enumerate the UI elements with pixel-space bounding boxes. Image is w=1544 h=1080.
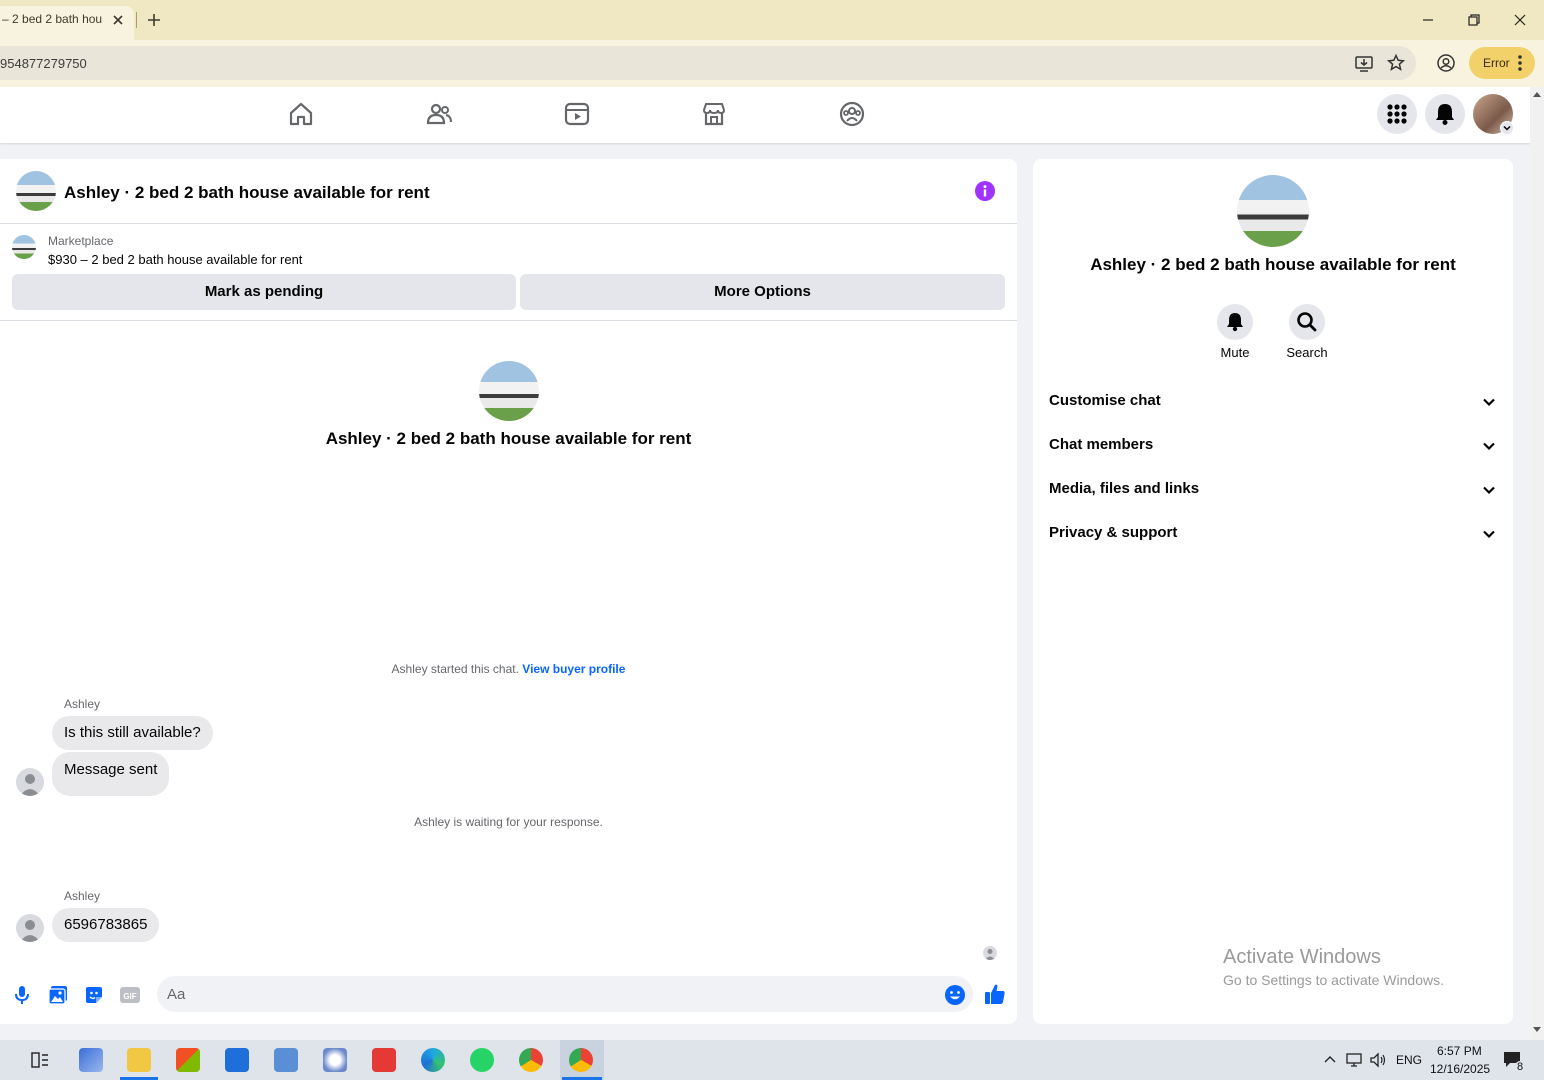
- info-icon[interactable]: [975, 181, 995, 201]
- network-icon[interactable]: [1345, 1052, 1363, 1068]
- waiting-notice: Ashley is waiting for your response.: [414, 815, 603, 829]
- header-divider: [0, 223, 1017, 224]
- bookmark-star-icon[interactable]: [1386, 53, 1406, 73]
- activate-windows-subtitle: Go to Settings to activate Windows.: [1223, 972, 1444, 988]
- address-bar-url[interactable]: 954877279750: [0, 56, 87, 71]
- chevron-down-icon: [1483, 486, 1495, 495]
- facebook-header: [0, 87, 1530, 143]
- address-bar[interactable]: [0, 46, 1416, 80]
- tray-chevron-up-icon[interactable]: [1322, 1052, 1338, 1068]
- svg-text:GIF: GIF: [123, 992, 136, 1001]
- marketplace-label: Marketplace: [48, 234, 114, 248]
- taskbar-app-icon[interactable]: [79, 1048, 103, 1072]
- message-composer[interactable]: [157, 976, 973, 1012]
- mark-as-pending-button[interactable]: Mark as pending: [12, 274, 516, 310]
- language-indicator[interactable]: ENG: [1396, 1053, 1422, 1067]
- details-panel: [1033, 159, 1513, 1024]
- tab-close-icon[interactable]: [110, 12, 126, 28]
- marketplace-icon[interactable]: [700, 100, 728, 128]
- listing-thumbnail[interactable]: [12, 235, 36, 259]
- search-button[interactable]: [1289, 304, 1325, 340]
- mute-button[interactable]: [1217, 304, 1253, 340]
- chat-started-notice: Ashley started this chat. View buyer pro…: [0, 662, 1017, 676]
- install-app-icon[interactable]: [1354, 53, 1374, 73]
- chat-members-label[interactable]: Chat members: [1049, 436, 1153, 453]
- edge-icon[interactable]: [421, 1048, 445, 1072]
- thumbs-up-icon[interactable]: [984, 982, 1006, 1004]
- taskbar-app-icon[interactable]: [323, 1048, 347, 1072]
- profile-icon[interactable]: [1436, 53, 1456, 73]
- menu-button[interactable]: [1377, 94, 1417, 134]
- taskbar-app-icon[interactable]: [372, 1048, 396, 1072]
- browser-tabstrip: [0, 0, 1544, 40]
- close-window-icon[interactable]: [1510, 10, 1530, 30]
- center-title: Ashley · 2 bed 2 bath house available fo…: [325, 429, 692, 448]
- message-sender: Ashley: [64, 889, 101, 903]
- browser-menu-icon[interactable]: [1516, 54, 1524, 72]
- message-bubble[interactable]: Message sent: [52, 752, 170, 796]
- notification-count-badge: 8: [1515, 1061, 1526, 1073]
- emoji-icon[interactable]: [944, 984, 966, 1006]
- minimize-icon[interactable]: [1418, 10, 1438, 30]
- media-files-links-label[interactable]: Media, files and links: [1049, 480, 1199, 497]
- home-icon[interactable]: [287, 100, 315, 128]
- whatsapp-icon[interactable]: [470, 1048, 494, 1072]
- listing-title[interactable]: $930 – 2 bed 2 bath house available for …: [48, 252, 302, 267]
- task-view-icon[interactable]: [30, 1050, 50, 1070]
- sender-avatar[interactable]: [16, 914, 44, 942]
- sender-avatar[interactable]: [16, 768, 44, 796]
- privacy-support-row[interactable]: Privacy & support: [1049, 518, 1501, 550]
- photo-icon[interactable]: [47, 984, 69, 1006]
- media-files-links-row[interactable]: Media, files and links: [1049, 474, 1501, 506]
- more-options-button[interactable]: More Options: [520, 274, 1005, 310]
- notifications-button[interactable]: [1425, 94, 1465, 134]
- chevron-down-icon: [1483, 530, 1495, 539]
- restore-icon[interactable]: [1464, 10, 1484, 30]
- chat-members-row[interactable]: Chat members: [1049, 430, 1501, 462]
- error-label[interactable]: Error: [1483, 56, 1510, 70]
- sticker-icon[interactable]: [83, 984, 105, 1006]
- groups-icon[interactable]: [838, 100, 866, 128]
- taskbar-app-icon[interactable]: [274, 1048, 298, 1072]
- details-avatar[interactable]: [1237, 175, 1309, 247]
- browser-tab-title[interactable]: – 2 bed 2 bath hou: [2, 12, 102, 26]
- clock-date[interactable]: 12/16/2025: [1430, 1062, 1490, 1076]
- details-title: Ashley · 2 bed 2 bath house available fo…: [1090, 255, 1456, 274]
- video-icon[interactable]: [563, 100, 591, 128]
- conversation-title[interactable]: Ashley · 2 bed 2 bath house available fo…: [64, 183, 430, 203]
- customise-chat-row[interactable]: Customise chat: [1049, 386, 1501, 418]
- customise-chat-label[interactable]: Customise chat: [1049, 392, 1161, 409]
- chevron-down-icon: [1483, 398, 1495, 407]
- gif-icon[interactable]: GIF: [119, 984, 141, 1006]
- center-conversation-avatar: [479, 361, 539, 421]
- microphone-icon[interactable]: [11, 984, 33, 1006]
- message-sender: Ashley: [64, 697, 101, 711]
- view-buyer-profile-link[interactable]: View buyer profile: [522, 662, 625, 676]
- friends-icon[interactable]: [425, 100, 453, 128]
- seen-receipt-avatar: [983, 946, 997, 960]
- message-bubble[interactable]: 6596783865: [52, 908, 160, 942]
- new-tab-icon[interactable]: [146, 12, 162, 28]
- tab-separator: [136, 12, 137, 28]
- listing-divider: [0, 320, 1017, 321]
- file-explorer-icon[interactable]: [127, 1048, 151, 1072]
- conversation-avatar[interactable]: [16, 171, 56, 211]
- activate-windows-title: Activate Windows: [1223, 946, 1381, 968]
- store-icon[interactable]: [176, 1048, 200, 1072]
- mail-icon[interactable]: [225, 1048, 249, 1072]
- privacy-support-label[interactable]: Privacy & support: [1049, 524, 1177, 541]
- chrome-icon[interactable]: [519, 1048, 543, 1072]
- clock-time[interactable]: 6:57 PM: [1437, 1044, 1482, 1058]
- message-input[interactable]: [167, 976, 927, 1012]
- chevron-down-icon: [1483, 442, 1495, 451]
- search-label[interactable]: Search: [1267, 345, 1347, 360]
- account-chevron-down-icon[interactable]: [1500, 121, 1514, 135]
- chat-started-text: Ashley started this chat.: [391, 662, 519, 676]
- mute-label[interactable]: Mute: [1195, 345, 1275, 360]
- message-bubble[interactable]: Is this still available?: [52, 716, 213, 750]
- volume-icon[interactable]: [1369, 1052, 1387, 1068]
- page-scrollbar[interactable]: [1530, 87, 1544, 1040]
- chrome-icon[interactable]: [569, 1048, 593, 1072]
